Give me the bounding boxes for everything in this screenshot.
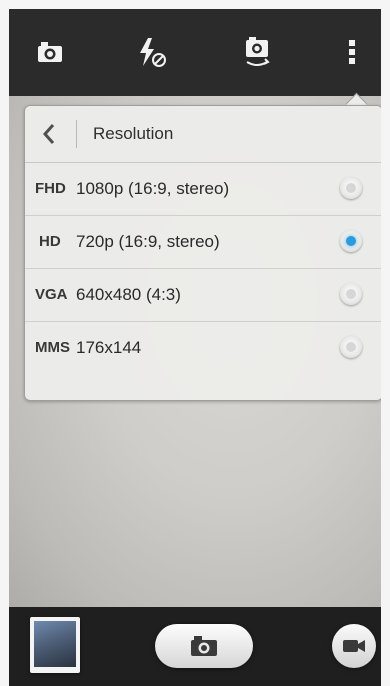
option-tag: HD [39, 233, 61, 250]
radio-button-selected[interactable] [340, 230, 362, 252]
radio-button[interactable] [340, 177, 362, 199]
radio-button[interactable] [340, 336, 362, 358]
bottom-toolbar [9, 607, 381, 686]
chevron-left-icon [42, 124, 55, 144]
thumbnail-image [34, 621, 76, 667]
popup-header: Resolution [25, 106, 381, 163]
shutter-button[interactable] [155, 624, 253, 668]
option-tag: FHD [35, 180, 66, 197]
header-divider [76, 120, 77, 148]
resolution-popup: Resolution FHD 1080p (16:9, stereo) HD 7… [24, 105, 381, 401]
option-label: 1080p (16:9, stereo) [76, 179, 230, 198]
gallery-thumbnail[interactable] [30, 617, 80, 673]
resolution-option-vga[interactable]: VGA 640x480 (4:3) [25, 269, 381, 322]
radio-button[interactable] [340, 283, 362, 305]
resolution-option-fhd[interactable]: FHD 1080p (16:9, stereo) [25, 163, 381, 216]
resolution-option-mms[interactable]: MMS 176x144 [25, 322, 381, 374]
flash-off-icon[interactable] [131, 31, 173, 73]
option-label: 720p (16:9, stereo) [76, 232, 220, 251]
camera-screen: Resolution FHD 1080p (16:9, stereo) HD 7… [9, 9, 381, 686]
option-label: 176x144 [76, 338, 142, 357]
overflow-menu-icon[interactable] [331, 31, 373, 73]
camera-switch-icon[interactable] [29, 31, 71, 73]
popup-title: Resolution [93, 124, 174, 143]
top-toolbar [9, 9, 381, 96]
camera-rotate-icon[interactable] [236, 31, 278, 73]
option-label: 640x480 (4:3) [76, 285, 181, 304]
video-record-button[interactable] [332, 624, 376, 668]
back-button[interactable] [33, 118, 65, 150]
option-tag: VGA [35, 286, 68, 303]
video-record-icon [343, 640, 365, 652]
camera-shutter-icon [191, 636, 217, 656]
option-tag: MMS [35, 339, 70, 356]
resolution-option-hd[interactable]: HD 720p (16:9, stereo) [25, 216, 381, 269]
